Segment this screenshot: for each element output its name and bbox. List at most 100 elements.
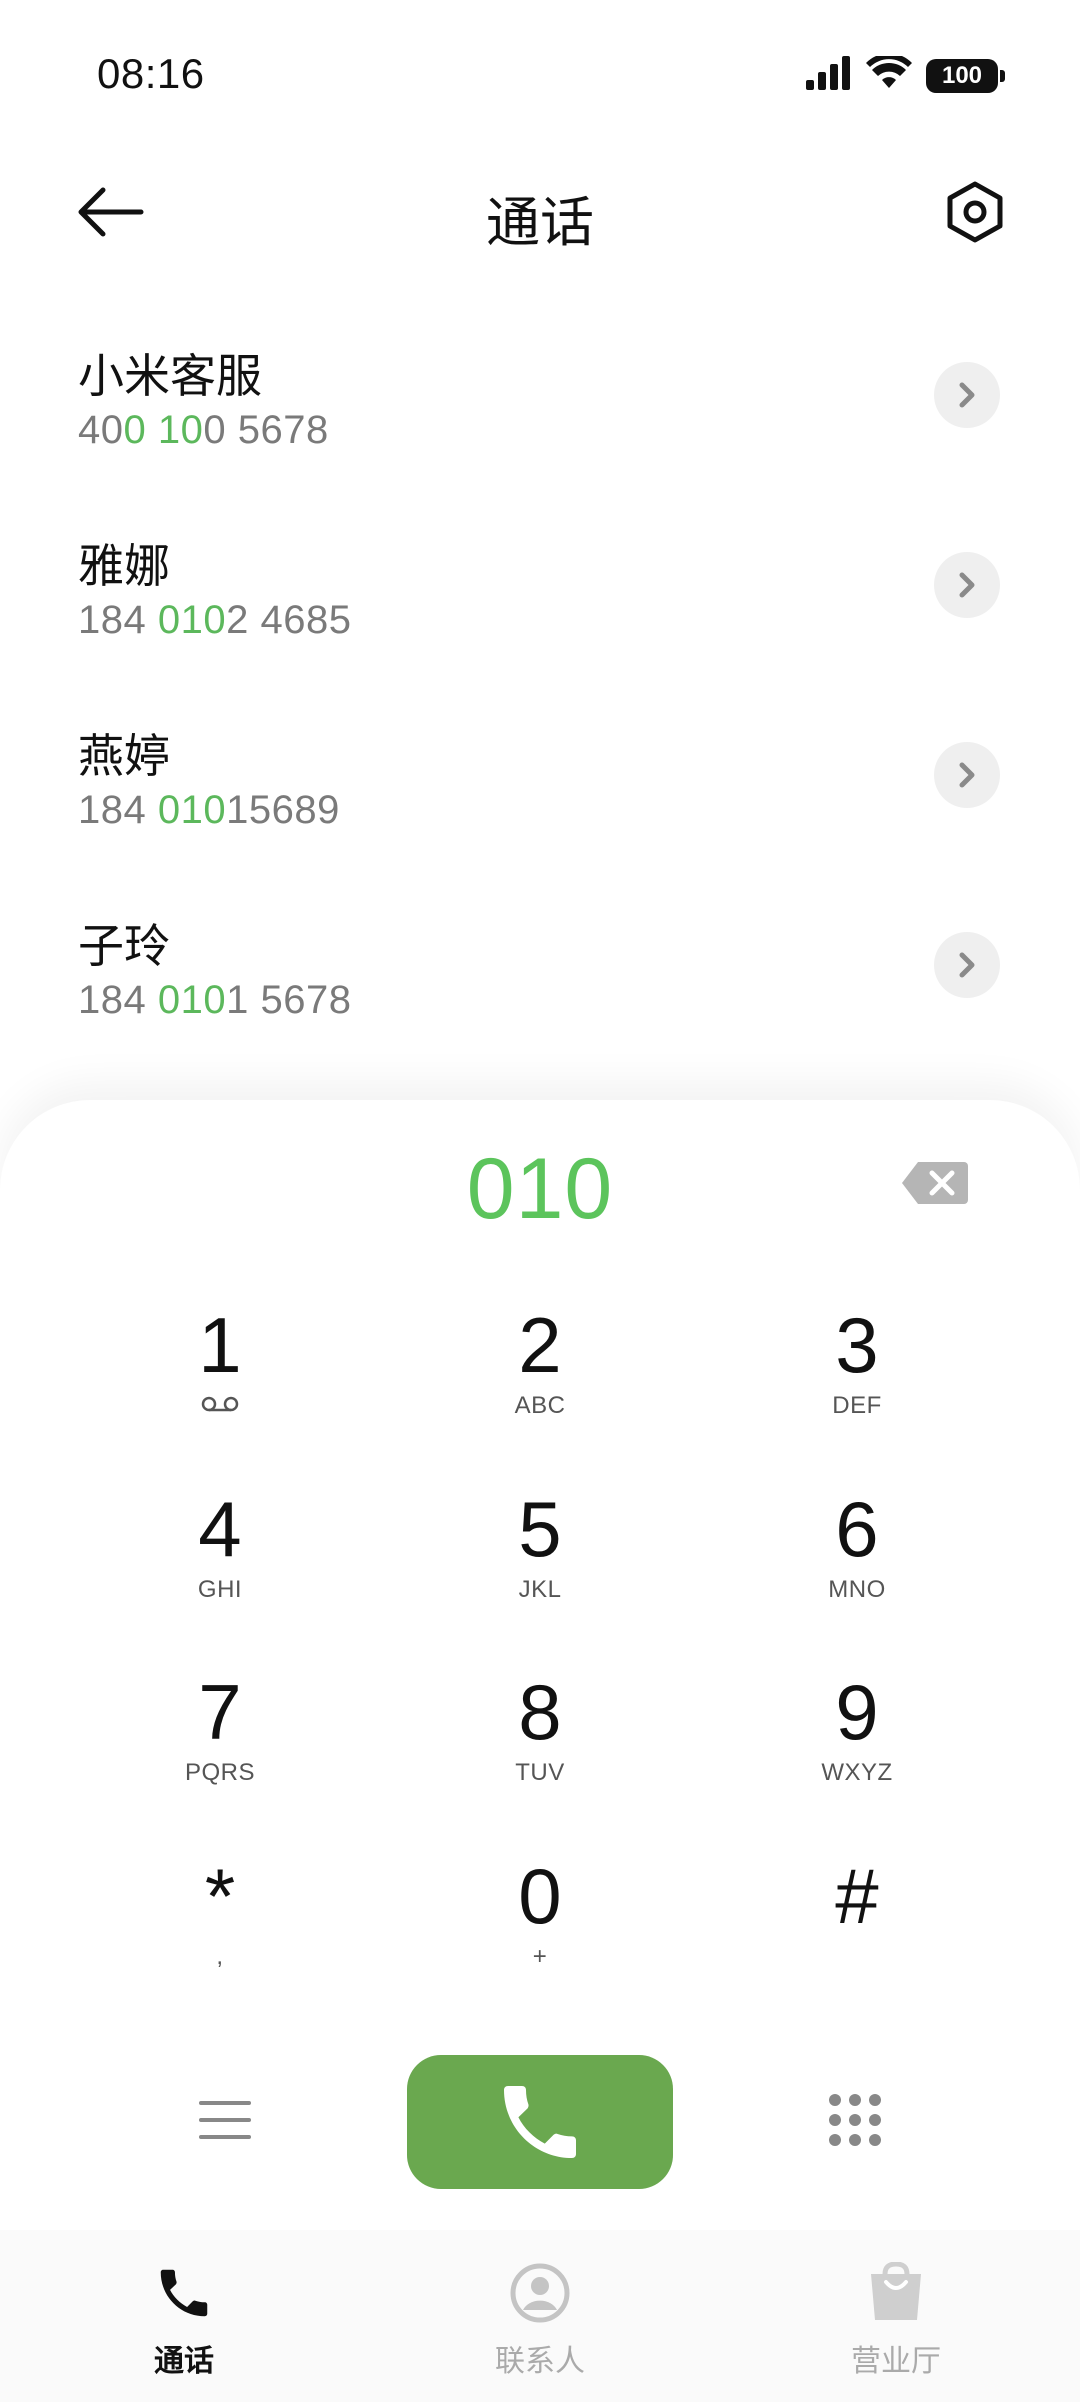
nav-tab-store[interactable]: 营业厅 [796,2258,996,2380]
key-digit: # [835,1852,879,1940]
key-digit: 1 [198,1301,242,1389]
bottom-navigation: 通话 联系人 营业厅 [0,2230,1080,2402]
nav-label: 营业厅 [851,2345,941,2378]
dial-key-8[interactable]: 8 TUV [430,1667,650,1827]
number-segment: 184 [78,788,158,832]
contact-name: 小米客服 [78,350,262,402]
key-digit: 4 [198,1485,242,1573]
number-match-highlight: 0 [123,408,147,452]
menu-button[interactable] [190,2085,260,2155]
number-segment: 184 [78,598,158,642]
dial-key-0[interactable]: 0 + [430,1851,650,2011]
backspace-button[interactable] [900,1160,970,1210]
number-match-highlight: 10 [157,408,204,452]
phone-call-icon [504,2086,576,2158]
key-digit: * [204,1852,236,1940]
battery-icon: 100 [926,58,1005,93]
status-bar: 08:16 100 [0,0,1080,150]
call-button[interactable] [407,2055,673,2189]
contact-number: 400 100 5678 [78,408,329,453]
number-match-highlight: 010 [157,788,227,832]
keypad-toggle-button[interactable] [820,2085,890,2155]
settings-hexagon-icon [947,181,1003,243]
key-letters: DEF [832,1392,882,1419]
key-letters: PQRS [184,1759,255,1786]
key-letters: GHI [197,1576,243,1603]
list-item[interactable]: 燕婷 184 01015689 [0,690,1080,880]
contact-number: 184 0102 4685 [78,598,351,643]
key-digit: 9 [835,1668,879,1756]
dial-key-1[interactable]: 1 [110,1300,330,1460]
number-segment [146,408,158,452]
contact-number: 184 0101 5678 [78,978,351,1023]
key-digit: 8 [518,1668,562,1756]
list-item[interactable]: 雅娜 184 0102 4685 [0,500,1080,690]
number-match-highlight: 010 [157,978,227,1022]
key-digit: 5 [518,1485,562,1573]
signal-icon [806,56,852,95]
settings-button[interactable] [935,172,1015,252]
list-item[interactable]: 小米客服 400 100 5678 [0,310,1080,500]
number-segment: 0 5678 [203,408,329,452]
key-digit: 2 [518,1301,562,1389]
number-match-highlight: 010 [157,598,227,642]
dial-key-hash[interactable]: # [747,1851,967,2011]
key-digit: 7 [198,1668,242,1756]
backspace-icon [902,1162,968,1204]
key-letters: MNO [828,1576,886,1603]
key-letters: ABC [514,1392,566,1419]
dial-action-row [0,2055,1080,2195]
chevron-right-icon [959,572,975,598]
number-segment: 40 [78,408,124,452]
number-segment: 2 4685 [226,598,352,642]
chevron-right-icon [959,762,975,788]
store-bag-icon [861,2258,931,2328]
nav-label: 联系人 [495,2345,585,2378]
dial-key-3[interactable]: 3 DEF [747,1300,967,1460]
key-letters: WXYZ [821,1759,893,1786]
key-letters: TUV [515,1759,565,1786]
dial-key-4[interactable]: 4 GHI [110,1484,330,1644]
number-segment: 1 5678 [226,978,352,1022]
voicemail-icon [110,1392,330,1420]
number-segment: 184 [78,978,158,1022]
phone-icon [149,2258,219,2328]
page-title: 通话 [486,193,594,253]
chevron-right-icon [959,952,975,978]
contact-name: 子玲 [78,920,170,972]
key-letters: + [532,1943,548,1970]
dial-key-star[interactable]: *, [110,1851,330,2011]
key-digit: 0 [518,1852,562,1940]
status-time: 08:16 [97,50,205,97]
header: 通话 [0,160,1080,260]
contact-detail-button[interactable] [934,552,1000,618]
contact-name: 燕婷 [78,730,170,782]
dial-key-5[interactable]: 5 JKL [430,1484,650,1644]
contact-detail-button[interactable] [934,932,1000,998]
number-segment: 15689 [226,788,340,832]
status-icons: 100 [806,53,1005,95]
contact-match-list: 小米客服 400 100 5678 雅娜 184 0102 4685 燕婷 184 010… [0,310,1080,1070]
nav-tab-contacts[interactable]: 联系人 [440,2258,640,2380]
dial-key-2[interactable]: 2 ABC [430,1300,650,1460]
nav-label: 通话 [154,2345,214,2378]
contact-detail-button[interactable] [934,742,1000,808]
dial-key-9[interactable]: 9 WXYZ [747,1667,967,1827]
list-item[interactable]: 子玲 184 0101 5678 [0,880,1080,1070]
key-letters: , [216,1943,224,1970]
key-digit: 6 [835,1485,879,1573]
menu-icon [199,2101,251,2139]
dialpad-panel: 010 1 2 ABC 3 DEF 4 GHI 5 JKL 6 MNO 7 PQRS 8 TUV 9 WXYZ *… [0,1100,1080,2230]
contact-detail-button[interactable] [934,362,1000,428]
nav-tab-calls[interactable]: 通话 [84,2258,284,2380]
dial-key-6[interactable]: 6 MNO [747,1484,967,1644]
chevron-right-icon [959,382,975,408]
wifi-icon [866,53,912,95]
key-letters: JKL [518,1576,562,1603]
contacts-icon [505,2258,575,2328]
battery-level: 100 [941,61,983,89]
key-digit: 3 [835,1301,879,1389]
dial-key-7[interactable]: 7 PQRS [110,1667,330,1827]
contact-name: 雅娜 [78,540,170,592]
contact-number: 184 01015689 [78,788,340,833]
